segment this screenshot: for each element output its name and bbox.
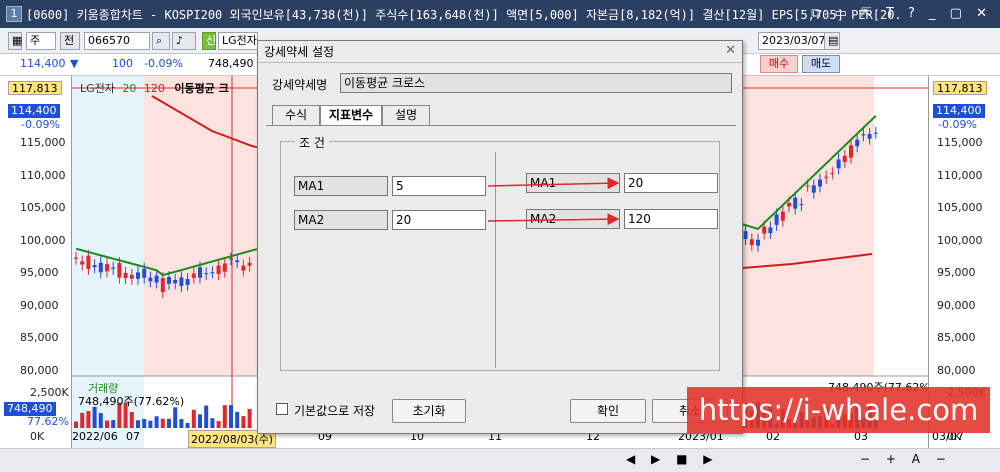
grid-icon[interactable]: ▦ (8, 32, 22, 50)
stock-name: LG전자 (218, 32, 258, 50)
y-axis-label: 100,000 (937, 233, 983, 247)
quote-volume: 748,490 (208, 57, 254, 70)
y-axis-label: 80,000 (20, 363, 59, 377)
y-axis-label: 90,000 (937, 298, 976, 312)
legend-ma20: 20 (122, 82, 137, 95)
price-box-pct-right: -0.09% (938, 118, 977, 131)
y-axis-label: 85,000 (20, 331, 59, 344)
new-badge: 신 (202, 32, 216, 50)
y-axis-label: 110,000 (937, 168, 983, 182)
stock-code-input[interactable]: 066570 (84, 32, 150, 50)
y-axis-label: 110,000 (20, 168, 66, 182)
calendar-icon[interactable]: ▤ (824, 32, 840, 50)
legend-stock-name: LG전자 (80, 82, 115, 95)
window-controls[interactable]: ⧉ ▭ ⇱ T ? _ ▢ ✕ (811, 6, 992, 21)
y-axis-label: 105,000 (937, 201, 983, 214)
price-box-current: 114,400 (8, 104, 60, 118)
legend-indicator: 이동평균 크 (174, 82, 229, 95)
price-box-top: 117,813 (8, 81, 62, 95)
annotation-arrows (487, 177, 620, 226)
volume-box-pct: 77.62% (27, 415, 69, 428)
y-axis-label: 80,000 (937, 363, 976, 377)
default-save-checkbox[interactable] (276, 403, 288, 415)
y-axis-label: 95,000 (937, 266, 976, 279)
speaker-icon[interactable]: ♪ (172, 32, 196, 50)
date-input[interactable]: 2023/03/07 (758, 32, 830, 50)
ok-button[interactable]: 확인 (570, 399, 646, 423)
buy-button[interactable]: 매수 (760, 55, 798, 73)
price-box-current-right: 114,400 (933, 104, 985, 118)
scroll-controls[interactable]: ◀ ▶ ■ ▶ (626, 452, 718, 466)
zoom-controls[interactable]: − + A − (860, 452, 952, 466)
volume-value: 748,490주(77.62%) (78, 395, 185, 408)
current-price: 114,400 (20, 57, 66, 70)
reset-button[interactable]: 초기화 (392, 399, 466, 423)
y-axis-label: 95,000 (20, 266, 59, 279)
y-axis-label: 105,000 (20, 201, 66, 214)
y-axis-label: 100,000 (20, 233, 66, 247)
window-number: 1 (6, 6, 22, 22)
x-axis-label: 07 (126, 430, 140, 443)
volume-box: 748,490 (4, 402, 56, 416)
all-button[interactable]: 전 (60, 32, 80, 50)
down-arrow-icon: ▼ (70, 57, 79, 70)
watermark: https://i-whale.com (687, 387, 990, 433)
volume-axis-label: 0K (30, 430, 45, 443)
status-bar: ◀ ▶ ■ ▶ − + A − (0, 448, 1000, 472)
window-titlebar: 1 [0600] 키움종합차트 - KOSPI200 외국인보유[43,738(… (0, 0, 1000, 28)
price-box-pct: -0.09% (21, 118, 60, 131)
y-axis-label: 115,000 (20, 136, 66, 149)
indicator-dialog: 강세약세 설정 ✕ 강세약세명 이동평균 크로스 수식 지표변수 설명 조 건 … (257, 40, 743, 434)
price-change: 100 (112, 57, 133, 70)
y-axis-label: 115,000 (937, 136, 983, 149)
window-title: [0600] 키움종합차트 - KOSPI200 외국인보유[43,738(천)… (26, 7, 902, 22)
volume-axis-label: 2,500K (30, 386, 69, 399)
search-icon[interactable]: ⌕ (152, 32, 170, 50)
sell-button[interactable]: 매도 (802, 55, 840, 73)
chart-legend: LG전자 20 120 이동평균 크 (80, 80, 229, 96)
legend-ma120: 120 (143, 82, 165, 95)
y-axis-label: 85,000 (937, 331, 976, 344)
market-select[interactable]: 주 (26, 32, 56, 50)
price-box-top-right: 117,813 (933, 81, 987, 95)
default-save-label: 기본값으로 저장 (294, 404, 376, 418)
price-change-pct: -0.09% (144, 57, 183, 70)
x-axis-label: 2022/06 (72, 430, 118, 443)
left-price-axis: 115,000 110,000 105,000 100,000 95,000 90,000… (0, 76, 72, 448)
y-axis-label: 90,000 (20, 298, 59, 312)
